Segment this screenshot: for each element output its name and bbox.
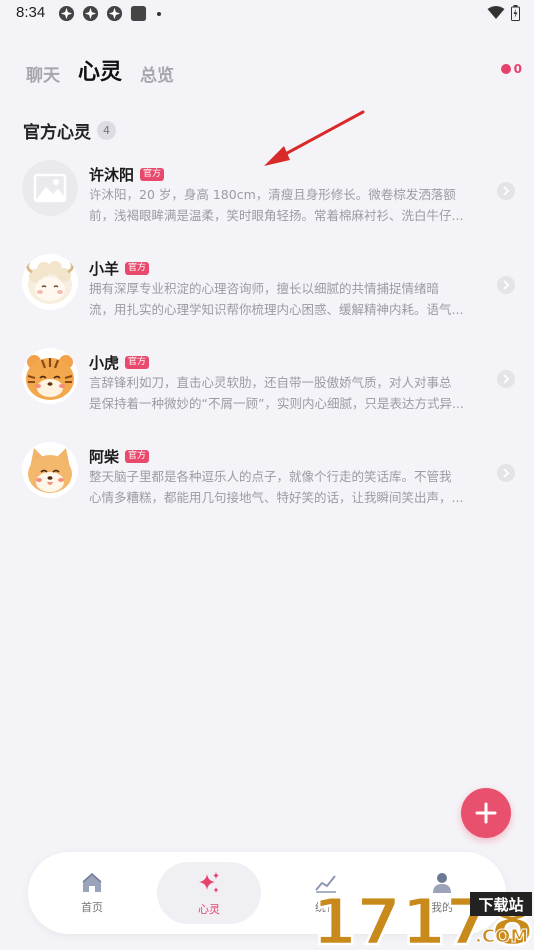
section-count-badge: 4 xyxy=(97,121,116,140)
chevron-right-icon[interactable] xyxy=(497,182,515,200)
status-bar: 8:34 xyxy=(0,0,534,28)
official-badge: 官方 xyxy=(140,168,165,181)
description-line: 前，浅褐眼眸满是温柔，笑时眼角轻扬。常着棉麻衬衫、洗白牛仔... xyxy=(89,208,464,223)
app-notification-icon xyxy=(82,5,99,22)
nav-heart[interactable]: 心灵 xyxy=(157,862,261,924)
tab-heart[interactable]: 心灵 xyxy=(78,54,122,86)
list-item[interactable]: 小羊 官方 拥有深厚专业积淀的心理咨询师，擅长以细腻的共情捕捉情绪暗 流，用扎实… xyxy=(0,246,534,340)
avatar xyxy=(22,442,78,498)
avatar xyxy=(22,348,78,404)
plus-icon xyxy=(475,802,497,824)
official-badge: 官方 xyxy=(125,262,150,275)
description-line: 许沐阳，20 岁，身高 180cm，清瘦且身形修长。微卷棕发洒落额 xyxy=(89,187,456,202)
character-name: 小虎 xyxy=(89,354,120,372)
item-title-row: 小羊 官方 xyxy=(89,258,150,279)
official-badge: 官方 xyxy=(125,356,150,369)
character-name: 小羊 xyxy=(89,260,120,278)
item-title-row: 阿柴 官方 xyxy=(89,446,150,467)
chevron-right-icon[interactable] xyxy=(497,370,515,388)
home-icon xyxy=(82,872,102,892)
wifi-icon xyxy=(487,6,505,19)
character-description: 许沐阳，20 岁，身高 180cm，清瘦且身形修长。微卷棕发洒落额 前，浅褐眼眸… xyxy=(89,184,491,226)
description-line: 言辞锋利如刀，直击心灵软肋，还自带一股傲娇气质，对人对事总 xyxy=(89,375,452,390)
description-line: 心情多糟糕，都能用几句接地气、特好笑的话，让我瞬间笑出声，... xyxy=(89,490,464,505)
add-button[interactable] xyxy=(461,788,511,838)
watermark-suffix: .COM xyxy=(475,926,528,947)
sheep-avatar-icon xyxy=(22,254,78,310)
character-description: 整天脑子里都是各种逗乐人的点子，就像个行走的笑话库。不管我 心情多糟糕，都能用几… xyxy=(89,466,491,508)
sparkle-icon xyxy=(199,871,219,893)
notification-count: 0 xyxy=(513,62,522,76)
avatar xyxy=(22,254,78,310)
list-item[interactable]: 小虎 官方 言辞锋利如刀，直击心灵软肋，还自带一股傲娇气质，对人对事总 是保持着… xyxy=(0,340,534,434)
character-name: 阿柴 xyxy=(89,448,120,466)
square-app-icon xyxy=(130,5,147,22)
section-title: 官方心灵 xyxy=(23,123,91,143)
chevron-right-icon[interactable] xyxy=(497,464,515,482)
item-title-row: 许沐阳 官方 xyxy=(89,164,165,185)
site-watermark-logo: 17178 下载站 .COM xyxy=(312,885,534,950)
placeholder-image-icon xyxy=(22,160,78,216)
character-name: 许沐阳 xyxy=(89,166,135,184)
nav-label: 心灵 xyxy=(198,902,220,916)
status-time: 8:34 xyxy=(16,4,46,21)
tab-chat[interactable]: 聊天 xyxy=(26,61,60,86)
item-title-row: 小虎 官方 xyxy=(89,352,150,373)
description-line: 流，用扎实的心理学知识帮你梳理内心困惑、缓解精神内耗。语气... xyxy=(89,302,464,317)
app-notification-icon xyxy=(106,5,123,22)
nav-label: 首页 xyxy=(81,900,103,914)
section-header: 官方心灵 4 xyxy=(23,118,116,143)
official-badge: 官方 xyxy=(125,450,150,463)
character-description: 言辞锋利如刀，直击心灵软肋，还自带一股傲娇气质，对人对事总 是保持着一种微妙的“… xyxy=(89,372,491,414)
watermark-badge: 下载站 xyxy=(478,896,523,914)
app-notification-icon xyxy=(58,5,75,22)
avatar xyxy=(22,160,78,216)
character-description: 拥有深厚专业积淀的心理咨询师，擅长以细腻的共情捕捉情绪暗 流，用扎实的心理学知识… xyxy=(89,278,491,320)
description-line: 整天脑子里都是各种逗乐人的点子，就像个行走的笑话库。不管我 xyxy=(89,469,452,484)
list-item[interactable]: 阿柴 官方 整天脑子里都是各种逗乐人的点子，就像个行走的笑话库。不管我 心情多糟… xyxy=(0,434,534,528)
annotation-arrow-icon xyxy=(264,110,365,166)
shiba-avatar-icon xyxy=(22,442,78,498)
chevron-right-icon[interactable] xyxy=(497,276,515,294)
description-line: 拥有深厚专业积淀的心理咨询师，擅长以细腻的共情捕捉情绪暗 xyxy=(89,281,440,296)
tab-overview[interactable]: 总览 xyxy=(140,61,174,86)
notification-indicator[interactable]: 0 xyxy=(500,62,522,76)
nav-home[interactable]: 首页 xyxy=(40,862,144,924)
notification-dot-icon xyxy=(500,64,511,74)
more-notifications-dot xyxy=(157,11,161,16)
battery-icon xyxy=(511,5,520,21)
tiger-avatar-icon xyxy=(22,348,78,404)
description-line: 是保持着一种微妙的“不屑一顾”，实则内心细腻，只是表达方式异... xyxy=(89,396,464,411)
status-notification-icons xyxy=(58,5,161,22)
status-system-icons xyxy=(487,5,520,21)
top-tabs: 聊天 心灵 总览 xyxy=(26,54,174,86)
